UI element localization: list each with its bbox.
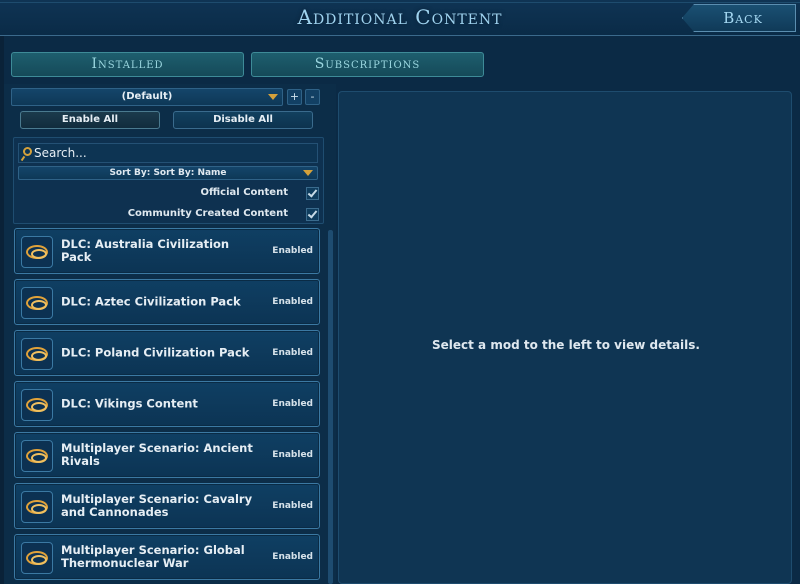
mod-details-panel: Select a mod to the left to view details… — [338, 91, 792, 584]
dlc-icon — [26, 551, 48, 565]
disable-all-button[interactable]: Disable All — [173, 111, 313, 129]
mod-name: Multiplayer Scenario: Ancient Rivals — [61, 441, 253, 468]
mod-icon-frame — [21, 389, 53, 421]
mod-status: Enabled — [272, 399, 313, 409]
checkmark-icon — [307, 187, 318, 198]
checkmark-icon — [307, 208, 318, 219]
filter-row-official: Official Content — [0, 185, 320, 201]
mod-list-item[interactable]: Multiplayer Scenario: Cavalry and Cannon… — [14, 483, 320, 529]
mod-icon-frame — [21, 491, 53, 523]
left-edge-divider — [0, 36, 4, 584]
dropdown-arrow-icon — [303, 170, 313, 176]
mod-icon-frame — [21, 287, 53, 319]
enable-all-button[interactable]: Enable All — [20, 111, 160, 129]
mod-name: Multiplayer Scenario: Global Thermonucle… — [61, 543, 245, 570]
mod-icon-frame — [21, 542, 53, 574]
dlc-icon — [26, 296, 48, 310]
mod-name: DLC: Australia Civilization Pack — [61, 237, 230, 264]
dlc-icon — [26, 398, 48, 412]
page-title: Additional Content — [297, 5, 503, 29]
add-configuration-button[interactable]: + — [287, 89, 302, 105]
mod-name: DLC: Aztec Civilization Pack — [61, 294, 241, 309]
back-button[interactable]: Back — [682, 4, 796, 32]
community-content-checkbox[interactable] — [306, 208, 319, 221]
mod-status: Enabled — [272, 450, 313, 460]
mod-list-item[interactable]: Multiplayer Scenario: Global Thermonucle… — [14, 534, 320, 580]
mod-status: Enabled — [272, 552, 313, 562]
sort-selected-value: Sort By: Sort By: Name — [109, 168, 227, 178]
tab-subscriptions[interactable]: Subscriptions — [251, 52, 484, 77]
mod-name: DLC: Poland Civilization Pack — [61, 345, 250, 360]
details-placeholder-message: Select a mod to the left to view details… — [432, 338, 700, 352]
mod-list-item[interactable]: DLC: Aztec Civilization Pack Enabled — [14, 279, 320, 325]
mod-status: Enabled — [272, 348, 313, 358]
mod-status: Enabled — [272, 297, 313, 307]
mod-status: Enabled — [272, 501, 313, 511]
filter-row-community: Community Created Content — [0, 206, 320, 222]
remove-configuration-button[interactable]: - — [305, 89, 320, 105]
scrollbar-thumb[interactable] — [328, 230, 333, 584]
dlc-icon — [26, 500, 48, 514]
official-content-checkbox[interactable] — [306, 187, 319, 200]
dlc-icon — [26, 449, 48, 463]
dropdown-arrow-icon — [268, 94, 278, 100]
search-icon — [23, 147, 32, 156]
mod-icon-frame — [21, 338, 53, 370]
tab-installed[interactable]: Installed — [11, 52, 244, 77]
dlc-icon — [26, 245, 48, 259]
configuration-selected-value: (Default) — [121, 91, 173, 102]
mod-icon-frame — [21, 236, 53, 268]
mod-list: DLC: Australia Civilization Pack Enabled… — [14, 228, 322, 584]
search-box — [18, 143, 318, 163]
official-content-label: Official Content — [200, 187, 288, 198]
mod-name: Multiplayer Scenario: Cavalry and Cannon… — [61, 492, 253, 519]
community-content-label: Community Created Content — [127, 208, 288, 219]
search-input[interactable] — [34, 145, 304, 161]
mod-list-item[interactable]: DLC: Poland Civilization Pack Enabled — [14, 330, 320, 376]
mod-list-item[interactable]: DLC: Australia Civilization Pack Enabled — [14, 228, 320, 274]
mod-list-item[interactable]: DLC: Vikings Content Enabled — [14, 381, 320, 427]
sort-dropdown[interactable]: Sort By: Sort By: Name — [18, 166, 318, 180]
configuration-dropdown[interactable]: (Default) — [11, 88, 283, 106]
dlc-icon — [26, 347, 48, 361]
mod-name: DLC: Vikings Content — [61, 396, 198, 411]
mod-status: Enabled — [272, 246, 313, 256]
header-bar: Additional Content Back — [0, 0, 800, 36]
mod-list-scrollbar[interactable] — [328, 230, 333, 584]
mod-icon-frame — [21, 440, 53, 472]
mod-list-item[interactable]: Multiplayer Scenario: Ancient Rivals Ena… — [14, 432, 320, 478]
